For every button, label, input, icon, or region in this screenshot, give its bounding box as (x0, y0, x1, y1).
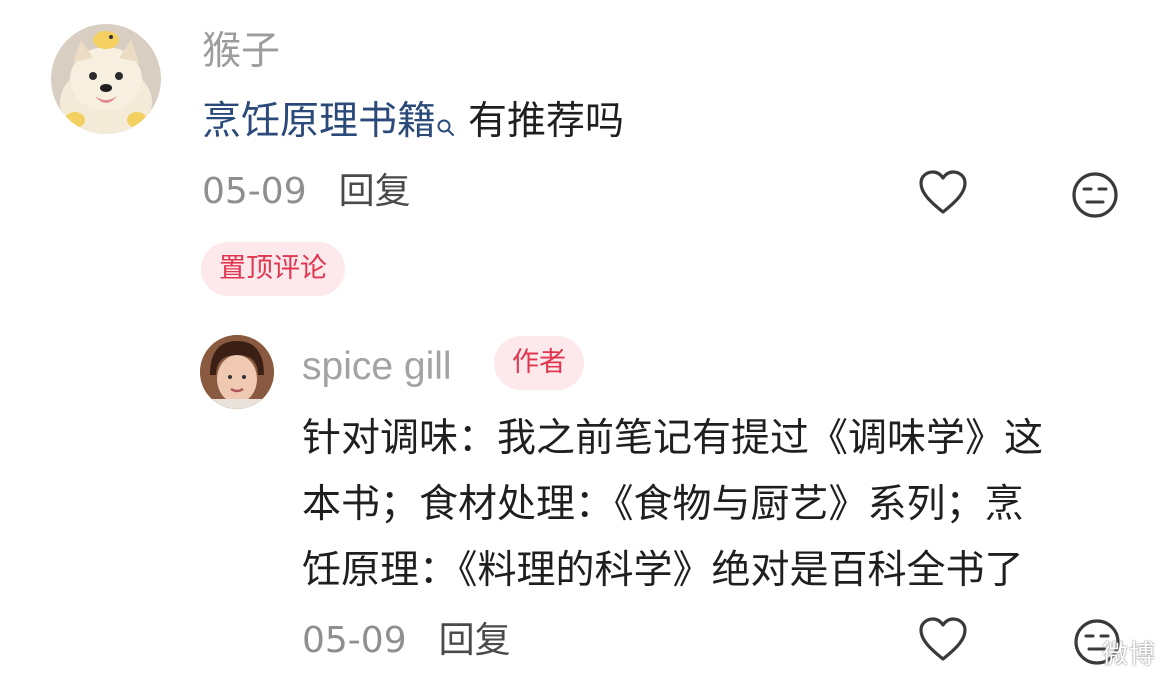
reply-button[interactable]: 回复 (339, 171, 411, 212)
reply-date: 05-09 (302, 620, 407, 661)
reply-username[interactable]: spice gill (302, 342, 452, 392)
reply-line: 针对调味：我之前笔记有提过《调味学》这 (302, 416, 1044, 461)
avatar[interactable] (200, 335, 274, 409)
heart-icon[interactable] (918, 170, 968, 220)
dislike-face-icon[interactable] (1070, 170, 1120, 224)
heart-icon[interactable] (918, 617, 968, 667)
comment-search-link[interactable]: 烹饪原理书籍 (202, 99, 436, 144)
watermark: 微博 (1101, 639, 1156, 669)
comment-text: 烹饪原理书籍 有推荐吗 (202, 96, 624, 152)
comment-text-rest: 有推荐吗 (468, 99, 625, 144)
pinned-badge: 置顶评论 (201, 242, 345, 296)
comment-username[interactable]: 猴子 (202, 26, 280, 78)
reply-button[interactable]: 回复 (439, 620, 511, 661)
reply-line: 本书；食材处理：《食物与厨艺》系列；烹 (302, 482, 1024, 527)
search-icon[interactable] (436, 100, 456, 152)
author-badge: 作者 (494, 336, 584, 390)
reply-line: 饪原理：《料理的科学》绝对是百科全书了 (302, 548, 1024, 593)
comment-date: 05-09 (202, 171, 307, 212)
reply-meta: 05-09 回复 (302, 617, 511, 665)
avatar[interactable] (51, 24, 161, 134)
reply-text: 针对调味：我之前笔记有提过《调味学》这 本书；食材处理：《食物与厨艺》系列；烹 … (302, 406, 1132, 604)
comment-meta: 05-09 回复 (202, 168, 411, 216)
